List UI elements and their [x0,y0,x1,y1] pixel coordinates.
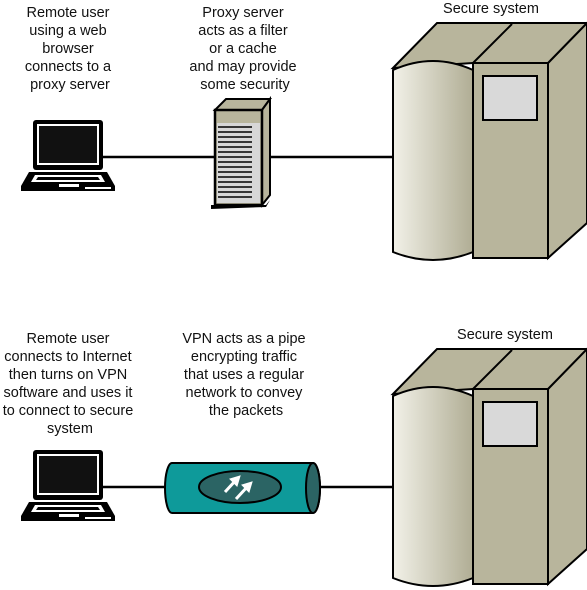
laptop-icon [21,450,115,521]
proxy-scenario: Remote user using a web browser connects… [21,1,587,261]
user-caption: Remote user using a web browser connects… [25,5,115,93]
laptop-icon [21,120,115,191]
vpn-scenario: Remote user connects to Internet then tu… [3,327,587,587]
secure-system-icon [392,22,587,261]
vpn-pipe-icon [164,462,321,514]
secure-system-icon [392,348,587,587]
user-caption: Remote user connects to Internet then tu… [3,331,138,437]
vpn-caption: VPN acts as a pipe encrypting traffic th… [182,331,309,419]
proxy-caption: Proxy server acts as a filter or a cache… [189,5,300,93]
secure-system-label: Secure system [443,1,539,17]
proxy-server-icon [211,95,272,209]
diagram: Remote user using a web browser connects… [3,1,587,587]
secure-system-label: Secure system [457,327,553,343]
